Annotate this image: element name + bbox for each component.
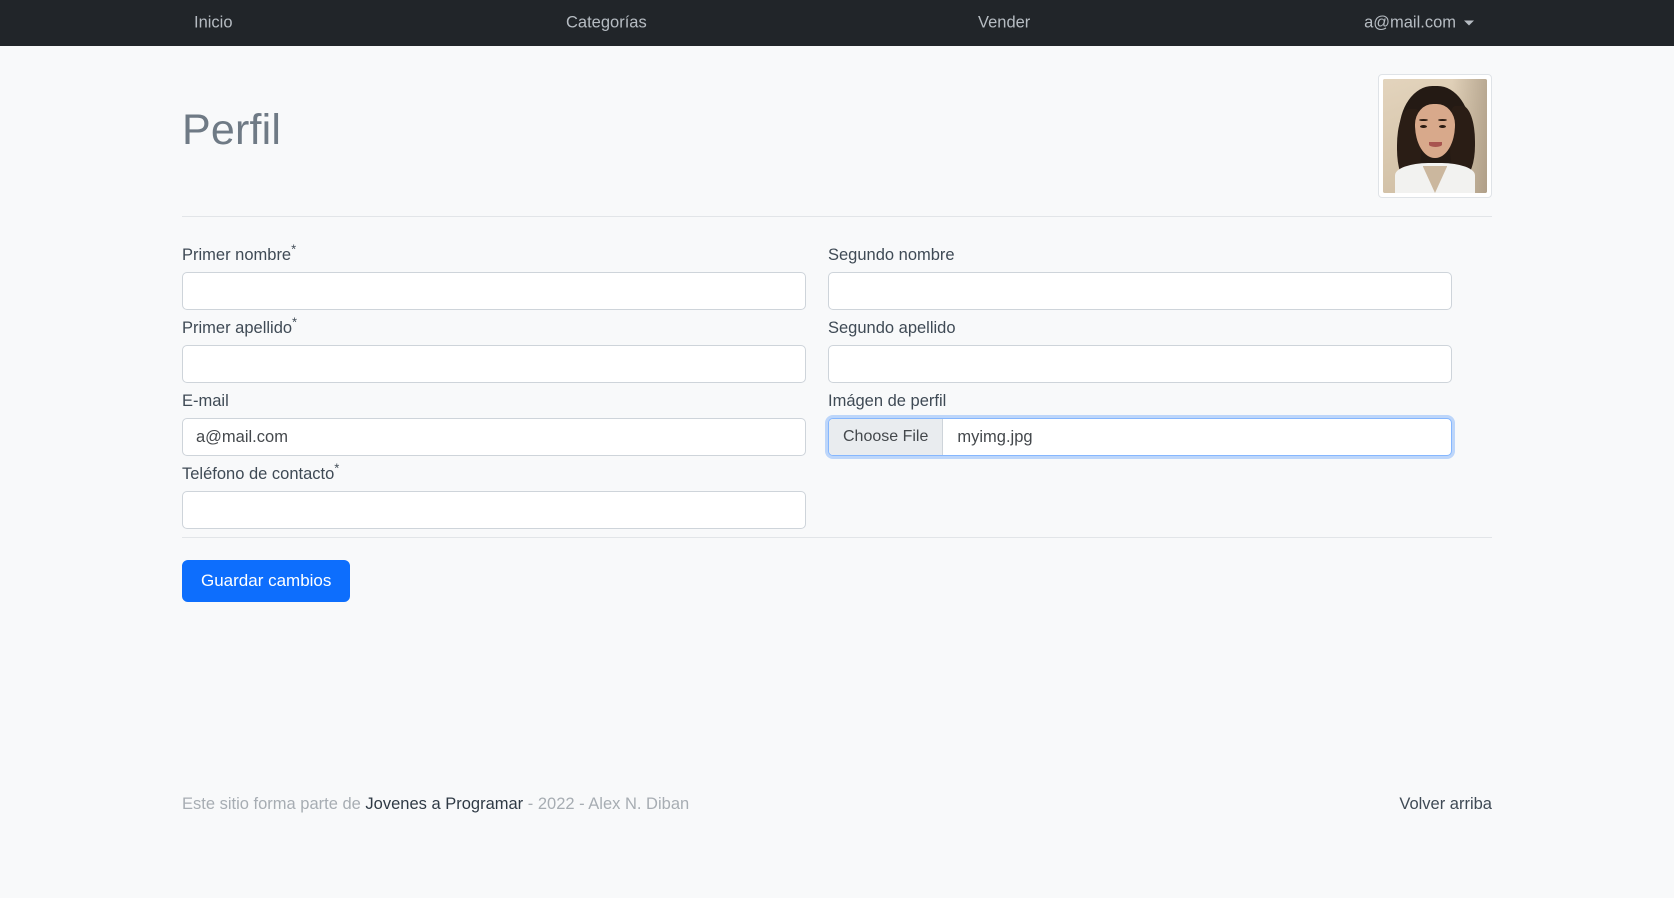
- page-footer: Este sitio forma parte de Jovenes a Prog…: [0, 795, 1674, 814]
- user-menu-label: a@mail.com: [1364, 13, 1456, 32]
- nav-link-inicio[interactable]: Inicio: [194, 14, 233, 33]
- field-email: E-mail: [182, 391, 806, 456]
- page-container: Perfil Primer nombre* Segundo nombre Pri…: [182, 46, 1492, 603]
- label-imagen-perfil: Imágen de perfil: [828, 391, 1452, 411]
- form-row-nombres: Primer nombre* Segundo nombre: [182, 241, 1492, 310]
- footer-site-name[interactable]: Jovenes a Programar: [365, 795, 523, 813]
- label-segundo-nombre: Segundo nombre: [828, 245, 1452, 265]
- footer-credit: Este sitio forma parte de Jovenes a Prog…: [182, 795, 689, 814]
- label-text: Primer apellido: [182, 319, 293, 337]
- label-text: E-mail: [182, 392, 229, 410]
- input-email[interactable]: [182, 418, 806, 456]
- user-menu-dropdown[interactable]: a@mail.com: [1364, 14, 1474, 33]
- form-row-email-imagen: E-mail Imágen de perfil Choose File myim…: [182, 391, 1492, 456]
- file-name-label: myimg.jpg: [957, 427, 1033, 446]
- choose-file-button[interactable]: Choose File: [829, 419, 944, 455]
- label-text: Imágen de perfil: [828, 392, 947, 410]
- label-text: Primer nombre: [182, 246, 292, 264]
- profile-form: Primer nombre* Segundo nombre Primer ape…: [182, 217, 1492, 529]
- form-row-telefono: Teléfono de contacto*: [182, 460, 1492, 529]
- footer-prefix: Este sitio forma parte de: [182, 795, 366, 813]
- nav-link-vender[interactable]: Vender: [978, 14, 1030, 33]
- input-segundo-nombre[interactable]: [828, 272, 1452, 310]
- file-input[interactable]: Choose File myimg.jpg: [828, 418, 1452, 456]
- label-primer-apellido: Primer apellido*: [182, 314, 806, 338]
- avatar: [1378, 74, 1492, 198]
- label-segundo-apellido: Segundo apellido: [828, 318, 1452, 338]
- form-row-apellidos: Primer apellido* Segundo apellido: [182, 314, 1492, 383]
- form-actions: Guardar cambios: [182, 538, 1492, 603]
- save-button[interactable]: Guardar cambios: [182, 560, 351, 603]
- field-imagen-perfil: Imágen de perfil Choose File myimg.jpg: [828, 391, 1452, 456]
- label-telefono: Teléfono de contacto*: [182, 460, 806, 484]
- profile-header: Perfil: [182, 46, 1492, 216]
- field-segundo-apellido: Segundo apellido: [828, 318, 1452, 383]
- input-telefono[interactable]: [182, 491, 806, 529]
- nav-link-categorias[interactable]: Categorías: [566, 14, 647, 33]
- field-primer-nombre: Primer nombre*: [182, 241, 806, 310]
- chevron-down-icon: [1464, 20, 1474, 26]
- label-text: Segundo nombre: [828, 246, 955, 264]
- label-email: E-mail: [182, 391, 806, 411]
- input-primer-nombre[interactable]: [182, 272, 806, 310]
- main-navbar: Inicio Categorías Vender a@mail.com: [0, 0, 1674, 46]
- label-primer-nombre: Primer nombre*: [182, 241, 806, 265]
- field-telefono: Teléfono de contacto*: [182, 460, 806, 529]
- footer-suffix: - 2022 - Alex N. Diban: [523, 795, 690, 813]
- page-title: Perfil: [182, 106, 282, 154]
- required-marker: *: [292, 314, 298, 330]
- label-text: Segundo apellido: [828, 319, 956, 337]
- back-to-top-link[interactable]: Volver arriba: [1399, 795, 1492, 814]
- input-primer-apellido[interactable]: [182, 345, 806, 383]
- label-text: Teléfono de contacto: [182, 465, 335, 483]
- required-marker: *: [334, 460, 340, 476]
- input-segundo-apellido[interactable]: [828, 345, 1452, 383]
- field-segundo-nombre: Segundo nombre: [828, 245, 1452, 310]
- avatar-photo: [1383, 79, 1487, 193]
- required-marker: *: [291, 241, 297, 257]
- field-primer-apellido: Primer apellido*: [182, 314, 806, 383]
